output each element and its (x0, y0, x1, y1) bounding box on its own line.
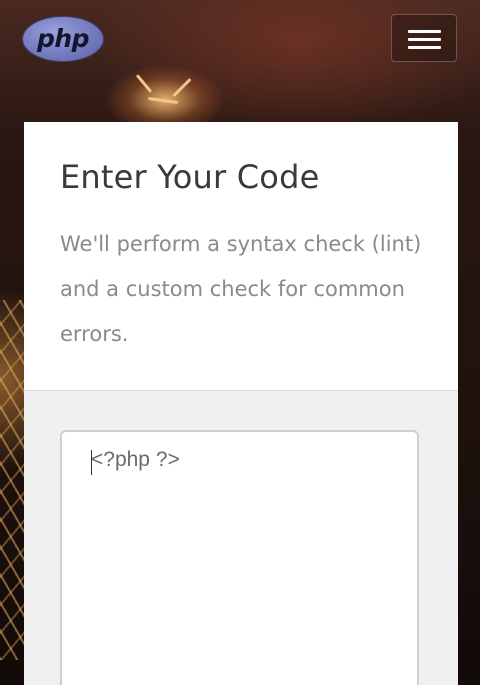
text-cursor (91, 450, 92, 475)
background-spark (135, 74, 153, 93)
php-logo[interactable]: php (23, 17, 103, 61)
card-body: <?php ?> (24, 391, 458, 685)
code-input[interactable]: <?php ?> (60, 430, 419, 685)
background-spark (147, 96, 179, 105)
top-navbar: php (0, 0, 480, 75)
code-entry-card: Enter Your Code We'll perform a syntax c… (24, 122, 458, 685)
hamburger-menu-button[interactable] (391, 14, 457, 62)
page-title: Enter Your Code (60, 158, 320, 196)
hamburger-menu-icon (408, 46, 441, 49)
hamburger-menu-icon (408, 30, 441, 33)
background-spark (172, 77, 192, 98)
code-input-value: <?php ?> (91, 448, 180, 471)
page-description: We'll perform a syntax check (lint) and … (60, 232, 422, 346)
background-sparks (0, 300, 26, 660)
php-logo-text: php (36, 23, 90, 53)
card-header: Enter Your Code We'll perform a syntax c… (24, 122, 458, 391)
hamburger-menu-icon (408, 38, 441, 41)
